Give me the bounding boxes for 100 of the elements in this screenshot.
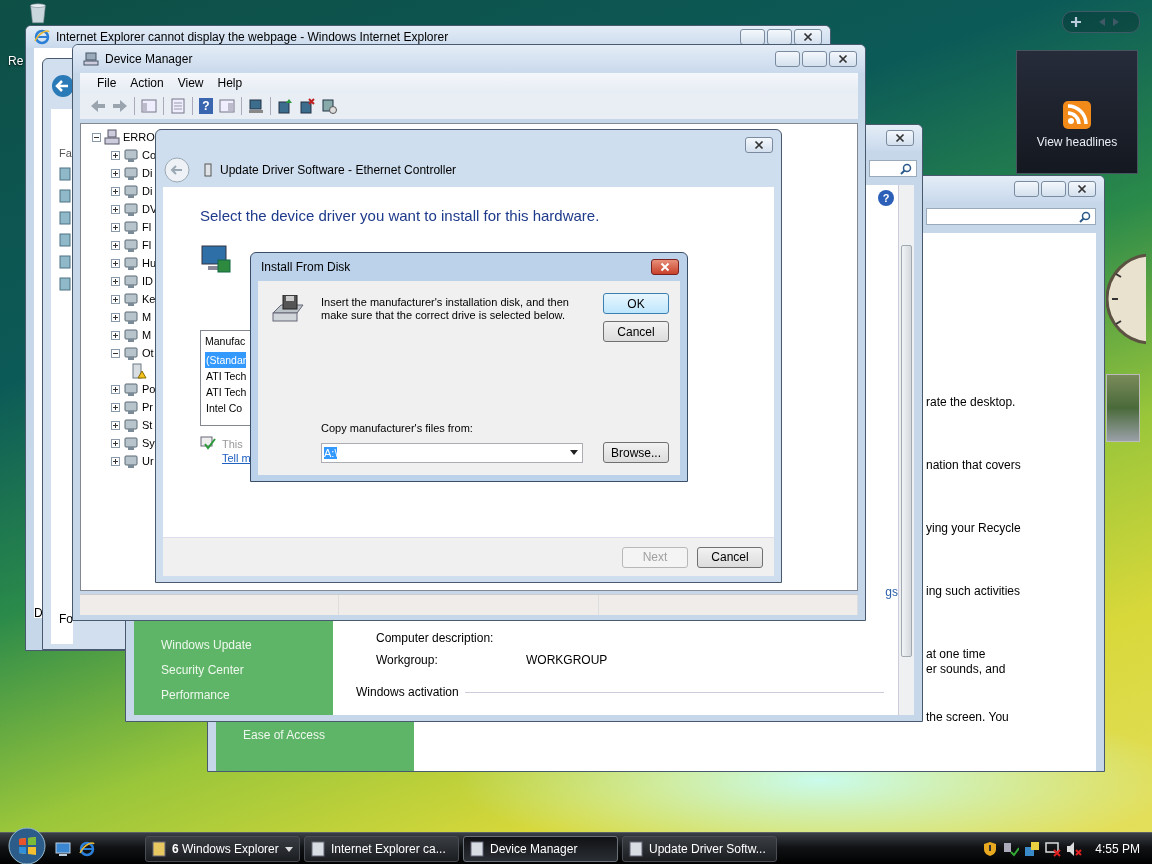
expand-toggle[interactable] (111, 150, 120, 160)
status-text: D (34, 606, 43, 620)
close-button[interactable] (886, 130, 914, 146)
recycle-bin-label[interactable]: Re (8, 54, 24, 68)
expand-toggle[interactable] (111, 204, 120, 214)
monitor-icon (200, 244, 232, 274)
search-field[interactable] (926, 208, 1096, 225)
expand-toggle[interactable] (111, 330, 120, 340)
window-icon (152, 841, 166, 857)
expand-toggle[interactable] (111, 276, 120, 286)
collapse-toggle[interactable] (111, 348, 120, 358)
expand-toggle[interactable] (111, 456, 120, 466)
expand-toggle[interactable] (111, 258, 120, 268)
column-header[interactable]: Manufac (205, 335, 246, 352)
computer-icon (83, 51, 99, 67)
taskbar-button[interactable]: 6 Windows Explorer (145, 836, 300, 862)
volume-muted-icon[interactable] (1066, 841, 1083, 857)
sync-icon[interactable] (1024, 841, 1041, 857)
minimize-button[interactable] (740, 29, 765, 45)
expand-toggle[interactable] (111, 168, 120, 178)
tree-item[interactable]: Ke (142, 293, 156, 305)
device-icon (123, 291, 139, 307)
tree-item[interactable]: M (142, 329, 152, 341)
menu-item[interactable]: Action (123, 76, 171, 90)
clock-time[interactable]: 4:55 PM (1095, 842, 1140, 856)
expand-toggle[interactable] (111, 240, 120, 250)
taskbar-label: Device Manager (490, 842, 578, 856)
ok-button[interactable]: OK (603, 293, 669, 314)
cancel-button[interactable]: Cancel (697, 546, 763, 568)
list-item[interactable]: Intel Co (205, 400, 243, 416)
tree-item[interactable]: St (142, 419, 153, 431)
dropdown-arrow-icon[interactable] (285, 846, 293, 852)
browse-button[interactable]: Browse... (603, 442, 669, 463)
close-button[interactable] (745, 137, 773, 153)
tree-item[interactable]: Ur (142, 455, 154, 467)
description-text: er sounds, and (926, 662, 1007, 677)
tree-item[interactable]: Po (142, 383, 156, 395)
close-button[interactable] (1068, 181, 1096, 197)
list-item[interactable]: ATI Tech (205, 368, 247, 384)
expand-toggle[interactable] (111, 222, 120, 232)
window-icon (629, 841, 643, 857)
search-field[interactable] (869, 160, 917, 177)
update-driver-icon[interactable] (277, 98, 293, 114)
menu-item[interactable]: View (170, 76, 211, 90)
expand-toggle[interactable] (111, 402, 120, 412)
feed-gadget[interactable]: View headlines (1016, 50, 1138, 174)
tree-item[interactable]: Di (142, 167, 153, 179)
tree-item[interactable]: M (142, 311, 152, 323)
network-status-icon[interactable] (1003, 841, 1020, 857)
photo-placeholder (1106, 374, 1140, 442)
tree-item[interactable]: Sy (142, 437, 155, 449)
taskbar-label: Update Driver Softw... (649, 842, 766, 856)
scrollbar[interactable] (898, 185, 914, 715)
expand-toggle[interactable] (111, 438, 120, 448)
tree-item[interactable]: Fl (142, 221, 152, 233)
network-disconnected-icon[interactable] (1045, 841, 1062, 857)
expand-toggle[interactable] (111, 384, 120, 394)
tree-item[interactable]: ID (142, 275, 153, 287)
field-label: Computer description: (376, 631, 495, 645)
link[interactable]: gs (885, 585, 898, 599)
expand-toggle[interactable] (111, 186, 120, 196)
scan-hardware-icon[interactable] (248, 98, 264, 114)
security-shield-icon[interactable] (982, 841, 999, 857)
uninstall-icon[interactable] (299, 98, 315, 114)
manufacturer-list[interactable]: Manufac (Standar ATI Tech ATI Tech Intel Co (200, 330, 250, 426)
browser-logo-icon[interactable] (79, 841, 95, 857)
tree-item[interactable]: Hu (142, 257, 157, 269)
description-text: the screen. You (926, 710, 1010, 725)
tree-item[interactable]: ERRO (123, 131, 155, 143)
help-button[interactable]: ? (199, 98, 213, 114)
taskbar-button[interactable]: Device Manager (463, 836, 618, 862)
warning-device-icon[interactable] (131, 363, 147, 379)
expand-toggle[interactable] (111, 294, 120, 304)
help-link[interactable]: Tell m (222, 452, 251, 464)
maximize-button[interactable] (767, 29, 792, 45)
taskbar-button[interactable]: Update Driver Softw... (622, 836, 777, 862)
close-button[interactable] (829, 51, 857, 67)
tree-item[interactable]: Pr (142, 401, 153, 413)
minimize-button[interactable] (1014, 181, 1039, 197)
menu-item[interactable]: File (90, 76, 124, 90)
help-button[interactable]: ? (878, 190, 894, 206)
tree-item[interactable]: Di (142, 185, 153, 197)
start-button[interactable] (7, 826, 47, 864)
taskbar-button[interactable]: Internet Explorer ca... (304, 836, 459, 862)
menu-item[interactable]: Help (210, 76, 250, 90)
add-gadget-button[interactable] (1070, 16, 1082, 28)
description-text: at one time (926, 647, 987, 662)
expand-toggle[interactable] (111, 312, 120, 322)
close-button[interactable] (651, 259, 679, 275)
disable-device-icon[interactable] (321, 98, 337, 114)
tree-item[interactable]: Ot (142, 347, 154, 359)
tree-item[interactable]: Fl (142, 239, 152, 251)
minimize-button[interactable] (775, 51, 800, 67)
expand-toggle[interactable] (111, 420, 120, 430)
device-icon (123, 237, 139, 253)
collapse-toggle[interactable] (92, 132, 101, 142)
cancel-button[interactable]: Cancel (603, 321, 669, 342)
close-button[interactable] (794, 29, 822, 45)
show-desktop-icon[interactable] (55, 841, 71, 857)
list-item[interactable]: ATI Tech (205, 384, 247, 400)
